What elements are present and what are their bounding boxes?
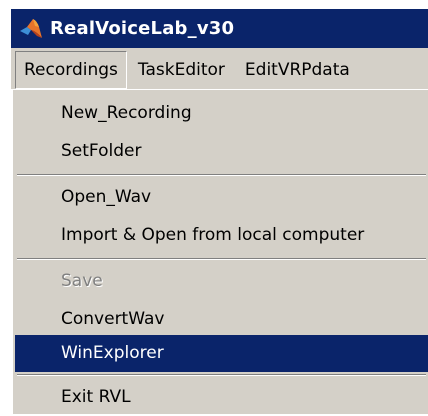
matlab-logo-icon [19,16,45,42]
recordings-dropdown-menu: New_Recording SetFolder Open_Wav Import … [11,89,428,414]
menu-item-set-folder[interactable]: SetFolder [15,133,428,170]
menu-separator [17,258,426,260]
menu-item-exit-rvl[interactable]: Exit RVL [15,379,428,416]
title-bar[interactable]: RealVoiceLab_v30 [11,9,428,48]
menu-item-import-open[interactable]: Import & Open from local computer [15,217,428,254]
menu-editvrpdata[interactable]: EditVRPdata [236,51,359,89]
window-title: RealVoiceLab_v30 [50,18,235,39]
menu-taskeditor[interactable]: TaskEditor [129,51,234,89]
app-window: RealVoiceLab_v30 Recordings TaskEditor E… [0,0,428,414]
menu-bar: Recordings TaskEditor EditVRPdata [11,48,428,92]
menu-recordings[interactable]: Recordings [15,51,127,89]
menu-separator [17,174,426,176]
menu-separator [17,374,426,376]
menu-item-save: Save [61,271,103,291]
menu-item-win-explorer[interactable]: WinExplorer [15,335,428,372]
menu-item-convert-wav[interactable]: ConvertWav [15,301,428,338]
menu-item-new-recording[interactable]: New_Recording [15,95,428,132]
menu-item-open-wav[interactable]: Open_Wav [15,179,428,216]
